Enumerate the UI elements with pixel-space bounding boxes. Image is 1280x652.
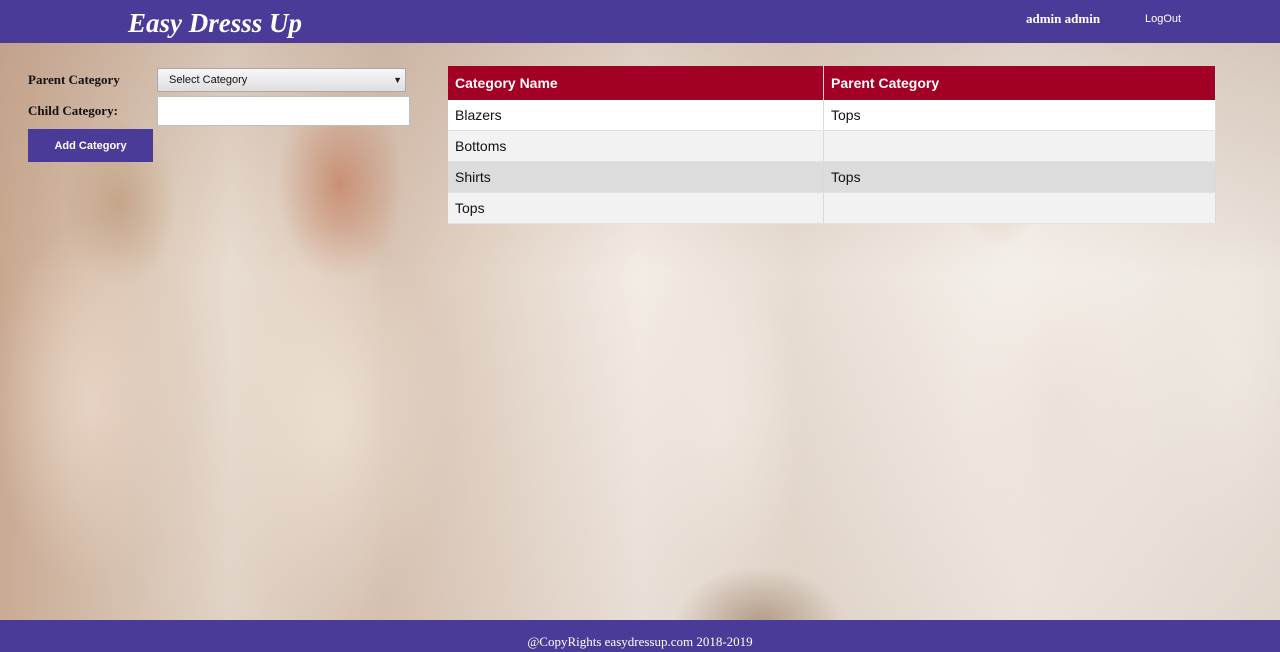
cell-parent-category [823,192,1216,224]
copyright-text: @CopyRights easydressup.com 2018-2019 [527,634,753,649]
user-name: admin admin [1026,11,1101,26]
chevron-down-icon: ▼ [393,75,402,85]
parent-category-select[interactable]: Select Category ▼ [157,68,406,92]
column-header-category-name: Category Name [448,66,824,100]
footer: @CopyRights easydressup.com 2018-2019 [0,620,1280,652]
cell-category-name: Blazers [448,100,824,131]
cell-parent-category [823,130,1216,162]
column-header-parent-category: Parent Category [823,66,1216,100]
category-table: Category Name Parent Category Blazers To… [448,66,1216,224]
table-row: Tops [448,192,1216,224]
child-category-input[interactable] [157,96,410,126]
table-row: Bottoms [448,130,1216,162]
cell-category-name: Shirts [448,161,824,193]
top-navbar: Easy Dresss Up admin admin LogOut [0,0,1280,43]
cell-category-name: Bottoms [448,130,824,162]
child-category-label: Child Category: [28,103,118,118]
table-row: Blazers Tops [448,100,1216,131]
logout-link[interactable]: LogOut [1145,13,1181,25]
select-value: Select Category [169,74,248,86]
brand-logo[interactable]: Easy Dresss Up [128,6,302,40]
cell-parent-category: Tops [823,161,1216,193]
cell-parent-category: Tops [823,100,1216,131]
parent-category-label: Parent Category [28,72,120,87]
cell-category-name: Tops [448,192,824,224]
add-category-button[interactable]: Add Category [28,129,153,162]
table-header-row: Category Name Parent Category [448,66,1216,100]
table-row: Shirts Tops [448,161,1216,193]
